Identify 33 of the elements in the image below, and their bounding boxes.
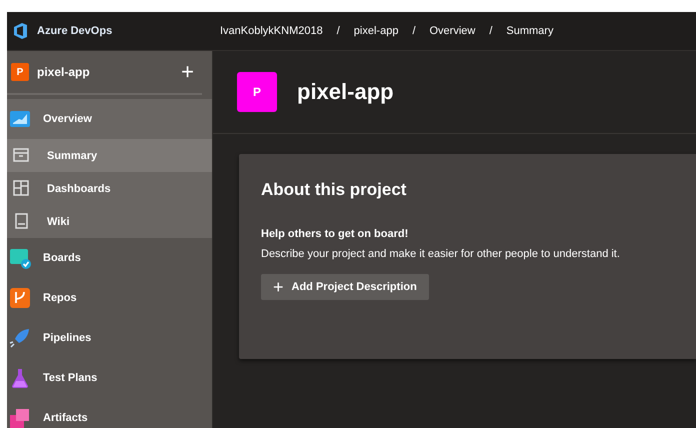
breadcrumb-link[interactable]: pixel-app xyxy=(354,25,398,37)
nav-item[interactable]: Repos xyxy=(7,278,212,318)
breadcrumb-separator: / xyxy=(336,25,340,37)
package-icon xyxy=(9,407,31,428)
card-text: Describe your project and make it easier for other people to understand it. xyxy=(261,248,621,260)
product-name: Azure DevOps xyxy=(37,25,112,37)
flask-icon xyxy=(9,367,31,389)
add-button[interactable]: + xyxy=(181,61,194,83)
breadcrumb-link[interactable]: IvanKoblykKNM2018 xyxy=(220,25,323,37)
card-title: About this project xyxy=(261,180,408,200)
project-avatar: P xyxy=(237,72,277,112)
rocket-icon xyxy=(9,327,31,349)
card-subtitle: Help others to get on board! xyxy=(261,228,410,240)
board-check-icon xyxy=(9,247,31,269)
project-title: pixel-app xyxy=(297,79,394,105)
breadcrumb-separator: / xyxy=(489,25,492,37)
nav-item[interactable]: Pipelines xyxy=(7,318,212,358)
chart-icon xyxy=(9,108,31,130)
nav-item[interactable]: Artifacts xyxy=(7,398,212,428)
breadcrumb-link[interactable]: Overview xyxy=(430,25,476,37)
logo-icon xyxy=(11,22,29,40)
add-description-button[interactable]: + Add Project Description xyxy=(261,274,429,300)
nav-item[interactable]: Dashboards xyxy=(7,172,212,205)
nav-item[interactable]: Test Plans xyxy=(7,358,212,398)
breadcrumb-separator: / xyxy=(412,25,416,37)
breadcrumb-link[interactable]: Summary xyxy=(506,25,554,37)
project-avatar: P xyxy=(11,63,29,81)
nav-item[interactable]: Wiki xyxy=(7,205,212,238)
nav-item[interactable]: Summary xyxy=(7,139,212,172)
project-name: pixel-app xyxy=(37,65,91,79)
branch-icon xyxy=(9,287,31,309)
nav-item[interactable]: Overview xyxy=(7,99,212,139)
nav-item[interactable]: Boards xyxy=(7,238,212,278)
